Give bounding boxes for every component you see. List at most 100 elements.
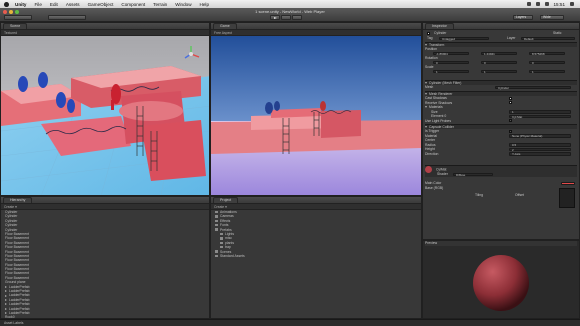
- tab-game[interactable]: Game: [213, 23, 237, 29]
- project-folder-label: Fonts: [220, 223, 229, 228]
- base-rgb-row: Base (RGB): [425, 186, 577, 191]
- is-trigger-checkbox[interactable]: [509, 129, 513, 133]
- clock[interactable]: 15:51: [554, 2, 566, 7]
- light-probes-checkbox[interactable]: [509, 119, 513, 123]
- layers-dropdown[interactable]: Layers: [513, 15, 533, 20]
- expand-arrow-icon[interactable]: [5, 303, 7, 306]
- menu-help[interactable]: Help: [200, 2, 209, 7]
- light-probes-label: Use Light Probes: [425, 118, 452, 123]
- menu-unity[interactable]: Unity: [15, 2, 26, 7]
- status-bar: Asset Labels: [0, 319, 580, 326]
- expand-arrow-icon[interactable]: [5, 307, 7, 310]
- material-preview-sphere-icon[interactable]: [423, 247, 580, 319]
- game-aspect-dropdown[interactable]: Free Aspect: [214, 31, 232, 35]
- project-folder-label: plants: [225, 240, 235, 245]
- hierarchy-item-label: Floor Basement: [5, 258, 29, 263]
- expand-arrow-icon[interactable]: [5, 290, 7, 293]
- mesh-field[interactable]: Cylinder: [495, 85, 571, 90]
- mesh-label: Mesh: [425, 85, 434, 89]
- active-checkbox[interactable]: [427, 31, 431, 35]
- tiling-offset-header: Tiling Offset: [425, 193, 577, 198]
- hierarchy-item-label: Floor Basement: [5, 249, 29, 254]
- layer-label: Layer: [507, 36, 516, 40]
- project-panel: Project Create ▾ Animations Cameras Effect…: [210, 196, 422, 319]
- tab-hierarchy[interactable]: Hierarchy: [3, 197, 33, 203]
- tab-project[interactable]: Project: [213, 197, 239, 203]
- game-viewport: [211, 36, 421, 195]
- step-button[interactable]: [292, 15, 302, 20]
- spotlight-search-icon[interactable]: [570, 2, 574, 6]
- position-x-field[interactable]: -1.89904: [433, 51, 469, 56]
- hierarchy-panel: Hierarchy Create ▾ Cylinder Cylinder Cylin…: [0, 196, 210, 319]
- texture-slot[interactable]: [559, 188, 575, 208]
- position-fields: -1.89904 1.44941 8.575268: [425, 51, 577, 56]
- main-color-swatch[interactable]: [561, 181, 575, 186]
- shader-label: Shader: [437, 172, 448, 176]
- hierarchy-item-label: Floor Basement: [5, 240, 29, 245]
- tab-scene[interactable]: Scene: [3, 23, 28, 29]
- menu-gameobject[interactable]: GameObject: [88, 2, 114, 7]
- wifi-icon[interactable]: [526, 2, 531, 6]
- scale-x-field[interactable]: 1: [433, 69, 469, 74]
- scale-z-field[interactable]: 1: [529, 69, 565, 74]
- project-create-dropdown[interactable]: Create ▾: [214, 205, 227, 209]
- hierarchy-item-label: Cylinder: [5, 214, 18, 219]
- project-folder-label: Animations: [220, 210, 237, 214]
- scene-viewport[interactable]: [1, 36, 210, 196]
- transform-tools[interactable]: [4, 15, 32, 20]
- position-y-field[interactable]: 1.44941: [481, 51, 517, 56]
- receive-shadows-checkbox[interactable]: [509, 101, 513, 105]
- layer-dropdown[interactable]: Default: [521, 36, 575, 41]
- pivot-toggle[interactable]: [48, 15, 86, 20]
- expand-arrow-icon[interactable]: [5, 312, 7, 315]
- volume-icon[interactable]: [535, 2, 540, 6]
- menu-file[interactable]: File: [34, 2, 41, 7]
- project-folder-label: Effects: [220, 218, 231, 223]
- rotation-x-field[interactable]: 0: [433, 60, 469, 65]
- object-name-field[interactable]: Cylinder: [434, 31, 446, 36]
- game-panel: Game Free Aspect: [210, 22, 422, 196]
- rotation-y-field[interactable]: 0: [481, 60, 517, 65]
- project-folder-item[interactable]: Standard Assets: [211, 254, 421, 258]
- rotation-z-field[interactable]: 0: [529, 60, 565, 65]
- hierarchy-item-label: Floor Basement: [5, 267, 29, 272]
- mesh-renderer-header[interactable]: Mesh Renderer: [425, 91, 577, 96]
- menu-edit[interactable]: Edit: [50, 2, 58, 7]
- hierarchy-item-label: Floor Basement: [5, 231, 29, 236]
- tiling-label: Tiling: [475, 193, 483, 197]
- is-trigger-label: Is Trigger: [425, 129, 440, 133]
- layout-dropdown[interactable]: Wide: [540, 15, 564, 20]
- shader-dropdown[interactable]: Diffuse: [453, 172, 493, 177]
- pause-button[interactable]: [281, 15, 291, 20]
- apple-logo-icon[interactable]: [4, 1, 9, 7]
- collider-header[interactable]: Capsule Collider: [425, 124, 577, 129]
- expand-arrow-icon[interactable]: [5, 294, 7, 297]
- folder-icon: [220, 232, 223, 236]
- expand-arrow-icon[interactable]: [5, 298, 7, 301]
- tag-label: Tag: [427, 36, 433, 40]
- tab-inspector[interactable]: Inspector: [425, 23, 454, 29]
- mesh-filter-header[interactable]: Cylinder (Mesh Filter): [425, 80, 577, 85]
- direction-dropdown[interactable]: Y-Axis: [509, 152, 571, 156]
- cast-shadows-checkbox[interactable]: [509, 96, 513, 100]
- menu-assets[interactable]: Assets: [66, 2, 80, 7]
- hierarchy-item-label: Cylinder: [5, 210, 18, 214]
- play-button[interactable]: [270, 15, 280, 20]
- scale-y-field[interactable]: 1: [481, 69, 517, 74]
- hierarchy-item-label: Floor Basement: [5, 253, 29, 258]
- position-z-field[interactable]: 8.575268: [529, 51, 565, 56]
- menu-component[interactable]: Component: [121, 2, 145, 7]
- window-toolbar: 1 scene.unity - NewWorld - Web Player La…: [0, 8, 580, 22]
- hierarchy-create-dropdown[interactable]: Create ▾: [4, 205, 17, 209]
- scene-draw-mode[interactable]: Textured: [4, 31, 17, 35]
- expand-arrow-icon[interactable]: [5, 285, 7, 288]
- static-toggle[interactable]: Static: [553, 31, 561, 36]
- battery-icon[interactable]: [544, 2, 549, 6]
- folder-icon: [220, 241, 223, 245]
- menu-terrain[interactable]: Terrain: [153, 2, 167, 7]
- menu-window[interactable]: Window: [175, 2, 191, 7]
- inspector-object-header: Cylinder Static: [425, 31, 577, 36]
- tag-dropdown[interactable]: Untagged: [439, 36, 489, 41]
- hierarchy-item-label: Floor Basement: [5, 262, 29, 267]
- transform-header[interactable]: Transform: [425, 42, 577, 47]
